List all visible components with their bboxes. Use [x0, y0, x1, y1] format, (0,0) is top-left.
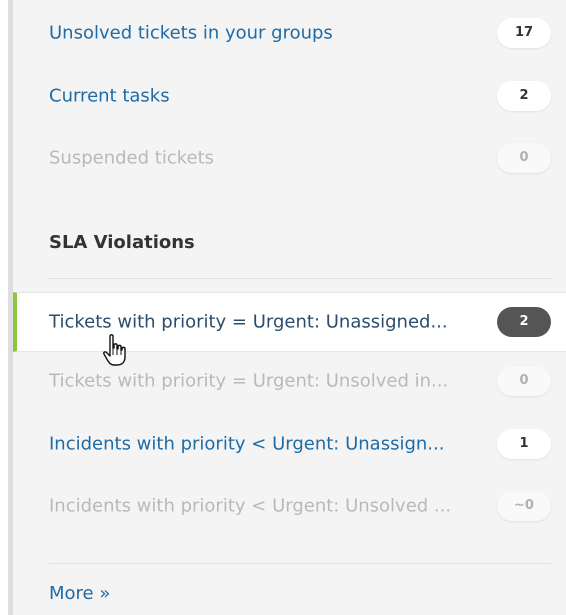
sla-label[interactable]: Incidents with priority < Urgent: Unsolv…	[49, 496, 451, 517]
sla-label[interactable]: Tickets with priority = Urgent: Unassign…	[49, 312, 448, 333]
sla-row-urgent-unassigned[interactable]: Tickets with priority = Urgent: Unassign…	[13, 292, 566, 352]
divider	[49, 563, 551, 564]
count-badge: 2	[497, 81, 551, 111]
views-panel: Unsolved tickets in your groups 17 Curre…	[8, 0, 566, 615]
more-link[interactable]: More »	[49, 583, 110, 604]
sla-row-incidents-unassigned[interactable]: Incidents with priority < Urgent: Unassi…	[13, 414, 566, 474]
sla-row-urgent-unsolved[interactable]: Tickets with priority = Urgent: Unsolved…	[13, 351, 566, 411]
hand-pointer-icon	[103, 334, 126, 366]
count-badge: 0	[497, 143, 551, 173]
count-badge: 17	[497, 18, 551, 48]
sla-section-title: SLA Violations	[49, 232, 195, 253]
count-badge: 1	[497, 429, 551, 459]
divider	[49, 278, 551, 279]
view-label[interactable]: Suspended tickets	[49, 148, 214, 169]
sla-label[interactable]: Incidents with priority < Urgent: Unassi…	[49, 434, 444, 455]
sla-row-incidents-unsolved[interactable]: Incidents with priority < Urgent: Unsolv…	[13, 476, 566, 536]
sla-label[interactable]: Tickets with priority = Urgent: Unsolved…	[49, 371, 448, 392]
view-row-unsolved-groups[interactable]: Unsolved tickets in your groups 17	[13, 3, 566, 63]
view-label[interactable]: Unsolved tickets in your groups	[49, 23, 333, 44]
view-row-current-tasks[interactable]: Current tasks 2	[13, 66, 566, 126]
count-badge: ~0	[497, 491, 551, 521]
view-row-suspended-tickets[interactable]: Suspended tickets 0	[13, 128, 566, 188]
count-badge: 2	[497, 307, 551, 337]
count-badge: 0	[497, 366, 551, 396]
view-label[interactable]: Current tasks	[49, 86, 170, 107]
